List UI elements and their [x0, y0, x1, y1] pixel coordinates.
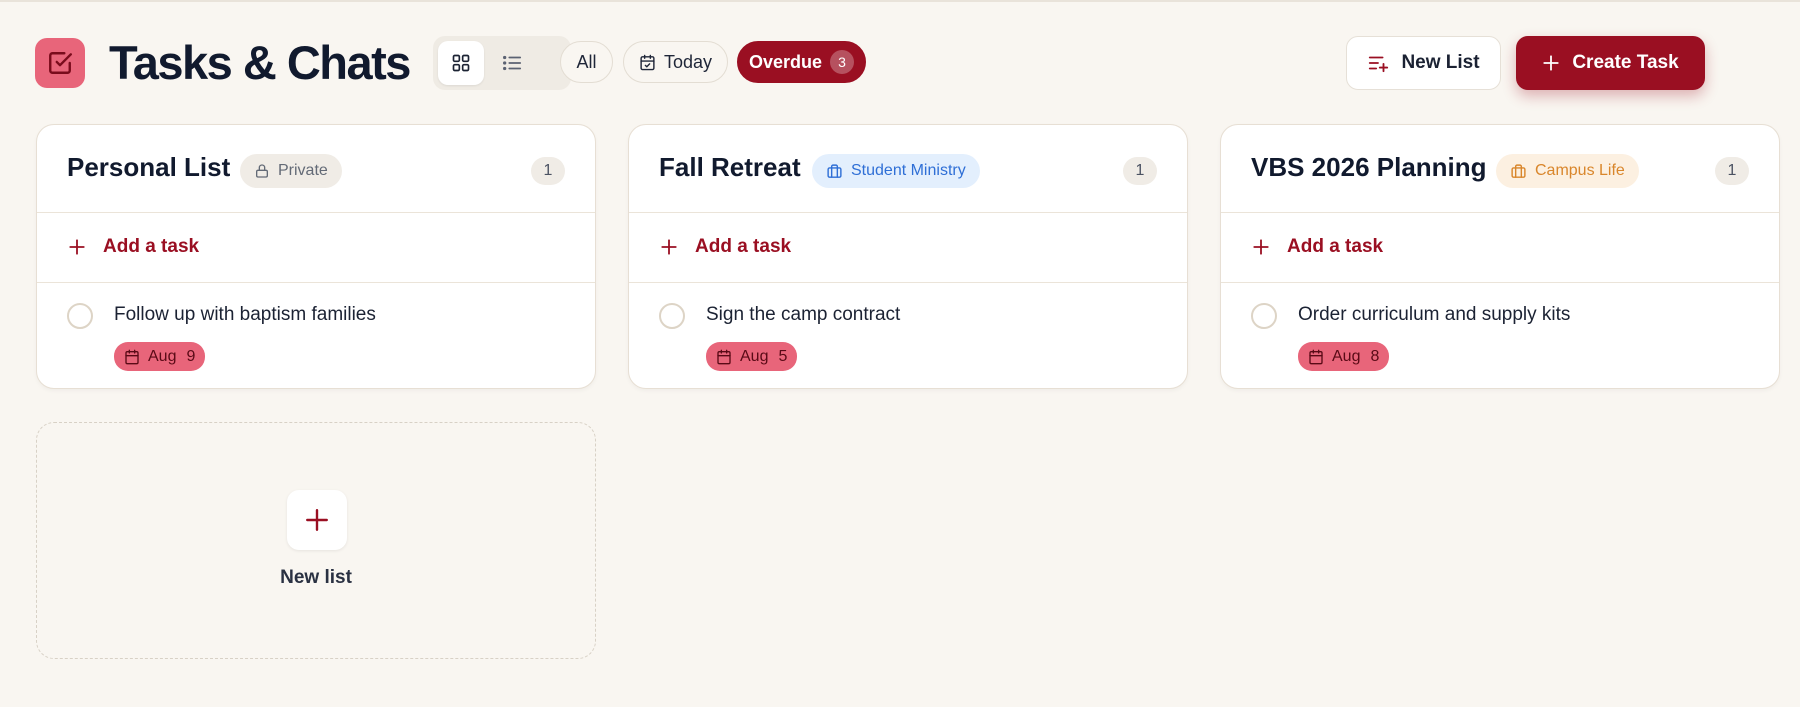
- filter-all[interactable]: All: [560, 41, 613, 83]
- list-card-vbs-2026: VBS 2026 Planning Campus Life 1 Add a ta…: [1220, 124, 1780, 389]
- calendar-icon: [717, 349, 731, 364]
- filter-today[interactable]: Today: [623, 41, 728, 83]
- top-border: [0, 0, 1800, 2]
- list-badge-campus-life: Campus Life: [1496, 154, 1639, 188]
- list-card-header: Fall Retreat Student Ministry 1: [629, 125, 1187, 213]
- grid-view-button[interactable]: [438, 41, 484, 85]
- lock-icon: [256, 164, 268, 178]
- create-task-label: Create Task: [1572, 52, 1679, 73]
- calendar-icon: [125, 349, 139, 364]
- task-count: 1: [1123, 157, 1157, 185]
- list-card-header: Personal List Private 1: [37, 125, 595, 213]
- list-title[interactable]: Fall Retreat: [659, 152, 801, 183]
- list-title[interactable]: Personal List: [67, 152, 230, 183]
- task-checkbox[interactable]: [67, 303, 93, 329]
- calendar-icon: [1309, 349, 1323, 364]
- calendar-check-icon: [640, 54, 655, 70]
- task-title[interactable]: Sign the camp contract: [706, 304, 900, 326]
- list-badge-private: Private: [240, 154, 342, 188]
- filter-today-label: Today: [663, 51, 713, 72]
- page-header: Tasks & Chats All Today Overdue 3 New Li…: [35, 36, 1781, 90]
- due-month: Aug: [148, 347, 177, 365]
- task-checkbox[interactable]: [659, 303, 685, 329]
- new-list-card-label: New list: [280, 567, 352, 588]
- filter-all-label: All: [576, 51, 597, 72]
- plus-icon: [1253, 239, 1269, 255]
- filter-overdue[interactable]: Overdue 3: [737, 41, 866, 83]
- list-view-button[interactable]: [489, 41, 535, 85]
- add-task-row[interactable]: Add a task: [37, 213, 595, 283]
- plus-icon: [1543, 55, 1559, 71]
- briefcase-icon: [1511, 163, 1526, 178]
- list-badge-student-ministry: Student Ministry: [812, 154, 980, 188]
- overdue-count-badge: 3: [830, 50, 855, 74]
- add-task-row[interactable]: Add a task: [629, 213, 1187, 283]
- due-day: 9: [186, 347, 196, 365]
- checkbox-square-icon: [49, 52, 73, 74]
- due-day: 8: [1370, 347, 1380, 365]
- plus-icon: [69, 239, 85, 255]
- filter-overdue-label: Overdue: [748, 51, 823, 72]
- new-list-plus-button[interactable]: [287, 490, 347, 550]
- view-toggle: [433, 36, 571, 90]
- due-date-badge[interactable]: Aug 8: [1298, 342, 1390, 371]
- badge-label: Private: [278, 162, 328, 179]
- list-plus-icon: [1369, 56, 1389, 73]
- add-task-label: Add a task: [1287, 236, 1384, 257]
- list-title[interactable]: VBS 2026 Planning: [1251, 152, 1487, 183]
- list-card-personal: Personal List Private 1 Add a task Follo…: [36, 124, 596, 389]
- new-list-button[interactable]: New List: [1346, 36, 1501, 90]
- due-month: Aug: [1332, 347, 1361, 365]
- add-task-label: Add a task: [103, 236, 200, 257]
- badge-label: Student Ministry: [851, 162, 966, 179]
- list-icon: [503, 55, 522, 71]
- create-task-button[interactable]: Create Task: [1516, 36, 1705, 90]
- task-checkbox[interactable]: [1251, 303, 1277, 329]
- task-title[interactable]: Order curriculum and supply kits: [1298, 304, 1570, 326]
- new-list-card[interactable]: New list: [36, 422, 596, 659]
- due-month: Aug: [740, 347, 769, 365]
- add-task-label: Add a task: [695, 236, 792, 257]
- add-task-row[interactable]: Add a task: [1221, 213, 1779, 283]
- app-logo: [35, 38, 85, 88]
- due-date-badge[interactable]: Aug 9: [114, 342, 206, 371]
- list-card-fall-retreat: Fall Retreat Student Ministry 1 Add a ta…: [628, 124, 1188, 389]
- badge-label: Campus Life: [1535, 162, 1625, 179]
- page-title: Tasks & Chats: [109, 36, 411, 89]
- briefcase-icon: [827, 163, 842, 178]
- due-day: 5: [778, 347, 788, 365]
- plus-icon: [661, 239, 677, 255]
- grid-icon: [452, 54, 470, 72]
- task-count: 1: [1715, 157, 1749, 185]
- plus-icon: [306, 509, 328, 531]
- task-count: 1: [531, 157, 565, 185]
- due-date-badge[interactable]: Aug 5: [706, 342, 798, 371]
- new-list-label: New List: [1401, 52, 1480, 73]
- list-card-header: VBS 2026 Planning Campus Life 1: [1221, 125, 1779, 213]
- task-title[interactable]: Follow up with baptism families: [114, 304, 376, 326]
